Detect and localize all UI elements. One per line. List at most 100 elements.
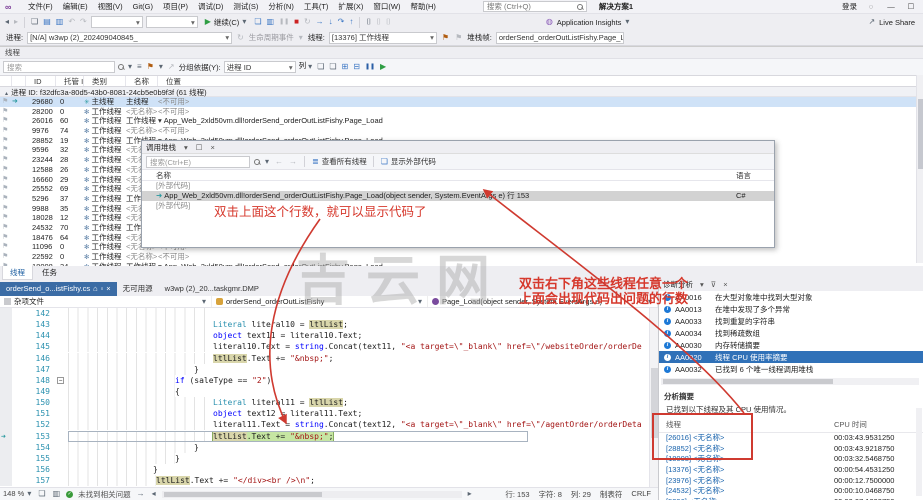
call-stack-frame[interactable]: ➜App_Web_2xld50vm.dll!orderSend_orderOut… bbox=[142, 191, 774, 201]
split-view-icon[interactable]: ❏ bbox=[37, 487, 46, 500]
diagnostic-item[interactable]: iAA0033找到重复的字符串 bbox=[659, 315, 923, 327]
close-icon[interactable]: × bbox=[106, 282, 110, 296]
breakpoint-gutter[interactable] bbox=[0, 453, 12, 464]
diagnostic-item[interactable]: iAA0034找到稀疏数组 bbox=[659, 327, 923, 339]
flag-icon[interactable]: ⚑ bbox=[0, 233, 12, 243]
code-line[interactable]: 154} bbox=[0, 442, 658, 453]
break-all-icon[interactable]: ❚❚ bbox=[278, 15, 290, 29]
tab-threads[interactable]: 线程 bbox=[2, 266, 33, 280]
breakpoint-gutter[interactable] bbox=[0, 464, 12, 475]
call-stack-search-icon[interactable] bbox=[254, 159, 260, 165]
expand-location-icon[interactable]: ▾ bbox=[158, 116, 162, 125]
search-forward-icon[interactable]: → bbox=[288, 155, 298, 169]
diagnostic-item[interactable]: iAA0013在堆中发现了多个异常 bbox=[659, 303, 923, 315]
breakpoint-gutter[interactable] bbox=[0, 419, 12, 430]
thread-dropdown[interactable]: [13376] 工作线程▾ bbox=[329, 32, 437, 44]
diagnostics-hscrollbar[interactable] bbox=[661, 378, 919, 385]
breakpoint-window-icon[interactable]: ❏ bbox=[253, 15, 262, 29]
breakpoint-gutter[interactable] bbox=[0, 341, 12, 352]
thread-row[interactable]: ⚑225920✻工作线程<无名称><不可用> bbox=[0, 252, 923, 262]
menu-项目(P)[interactable]: 项目(P) bbox=[158, 0, 193, 14]
diagnostic-item[interactable]: iAA0016在大型对象堆中找到大型对象 bbox=[659, 291, 923, 303]
menu-分析(N)[interactable]: 分析(N) bbox=[263, 0, 298, 14]
show-next-statement-icon[interactable]: → bbox=[315, 15, 325, 29]
line-number[interactable]: 146 bbox=[12, 353, 56, 364]
code-cleanup-icon[interactable]: → bbox=[136, 487, 146, 500]
navigate-back-icon[interactable]: ◂ bbox=[4, 15, 10, 29]
collapse-groups-icon[interactable]: ❏ bbox=[328, 60, 337, 74]
line-number[interactable]: 151 bbox=[12, 408, 56, 419]
open-file-icon[interactable]: ❏ bbox=[30, 15, 39, 29]
breakpoint-gutter[interactable] bbox=[0, 364, 12, 375]
flag-icon[interactable]: ⚑ bbox=[0, 175, 12, 185]
breakpoint-gutter[interactable] bbox=[0, 408, 12, 419]
thread-row[interactable]: ⚑2601660✻工作线程工作线程▾App_Web_2xld50vm.dll!o… bbox=[0, 116, 923, 126]
breakpoint-gutter[interactable] bbox=[0, 386, 12, 397]
navigate-forward-icon[interactable]: ▸ bbox=[13, 15, 19, 29]
flag-threads-icon[interactable]: ⚑ bbox=[441, 31, 450, 45]
zoom-level-dropdown[interactable]: 148 % ▾ bbox=[3, 487, 32, 500]
breakpoint-gutter[interactable] bbox=[0, 375, 12, 386]
bookmark-icon[interactable]: ⌷ bbox=[365, 15, 372, 29]
maximize-button[interactable]: ☐ bbox=[905, 2, 917, 11]
flag-icon[interactable]: ⚑ bbox=[0, 252, 12, 262]
code-line[interactable]: 156} bbox=[0, 464, 658, 475]
code-line[interactable]: 144object text11 = literal10.Text; bbox=[0, 330, 658, 341]
group-by-dropdown[interactable]: 进程 ID▾ bbox=[224, 61, 296, 73]
line-number[interactable]: 148 bbox=[12, 375, 56, 386]
bookmark-prev-icon[interactable]: ⌷ bbox=[375, 15, 382, 29]
menu-窗口(W)[interactable]: 窗口(W) bbox=[368, 0, 405, 14]
line-number[interactable]: 147 bbox=[12, 364, 56, 375]
sign-in-button[interactable]: 登录 bbox=[842, 1, 857, 12]
minimize-button[interactable]: — bbox=[885, 2, 897, 11]
project-dropdown[interactable]: 杂项文件▾ bbox=[0, 296, 212, 307]
scroll-left-icon[interactable]: ◂ bbox=[151, 487, 157, 500]
flag-icon[interactable]: ⚑ bbox=[0, 126, 12, 136]
show-external-code-button[interactable]: ❏显示外部代码 bbox=[380, 155, 436, 169]
breakpoint-gutter[interactable] bbox=[0, 475, 12, 486]
code-line[interactable]: 152literal11.Text = string.Concat(text12… bbox=[0, 419, 658, 430]
tabs-indicator[interactable]: 制表符 bbox=[600, 489, 623, 500]
threads-group-header[interactable]: ▴ 进程 ID: f32dfc3a-80d5-43b0-8081-24cb5e0… bbox=[0, 87, 923, 97]
menu-调试(D)[interactable]: 调试(D) bbox=[193, 0, 228, 14]
menu-帮助(H)[interactable]: 帮助(H) bbox=[406, 0, 441, 14]
code-line[interactable]: 150Literal literal11 = ltlList; bbox=[0, 397, 658, 408]
scroll-right-icon[interactable]: ▸ bbox=[467, 487, 473, 500]
undo-icon[interactable]: ↶ bbox=[67, 15, 76, 29]
whitespace-icon[interactable]: ▥ bbox=[52, 487, 62, 500]
save-icon[interactable]: ▤ bbox=[42, 15, 52, 29]
flag-icon[interactable]: ⚑ bbox=[0, 136, 12, 146]
breakpoint-gutter[interactable] bbox=[0, 319, 12, 330]
thread-location[interactable]: <不可用> bbox=[158, 252, 923, 262]
notification-bell-icon[interactable]: ◌ bbox=[865, 2, 877, 11]
document-tab-0[interactable]: orderSend_o...istFishy.cs⌂▫× bbox=[0, 282, 117, 296]
breakpoint-gutter[interactable] bbox=[0, 308, 12, 319]
code-line[interactable]: 143Literal literal10 = ltlList; bbox=[0, 319, 658, 330]
flag-icon[interactable]: ⚑ bbox=[0, 213, 12, 223]
menu-文件(F)[interactable]: 文件(F) bbox=[23, 0, 58, 14]
column-header-4[interactable]: 位置 bbox=[158, 76, 923, 86]
step-over-icon[interactable]: ↷ bbox=[337, 15, 346, 29]
thread-location[interactable]: <不可用> bbox=[158, 126, 923, 136]
breakpoint-gutter[interactable]: ➜ bbox=[0, 431, 12, 442]
diagnostic-item[interactable]: iAA0032已找到 6 个唯一线程调用堆栈 bbox=[659, 363, 923, 375]
diagnostic-item[interactable]: iAA0020线程 CPU 使用率摘要 bbox=[659, 351, 923, 363]
app-insights-button[interactable]: ◍ Application Insights ▾ bbox=[545, 15, 631, 29]
flag-icon[interactable]: ⚑ bbox=[0, 194, 12, 204]
flag-icon[interactable]: ⚑ bbox=[0, 223, 12, 233]
line-number[interactable]: 142 bbox=[12, 308, 56, 319]
menu-测试(S)[interactable]: 测试(S) bbox=[228, 0, 263, 14]
thread-link[interactable]: [24532] <无名称> bbox=[666, 486, 834, 497]
line-number[interactable]: 154 bbox=[12, 442, 56, 453]
line-number[interactable]: 145 bbox=[12, 341, 56, 352]
code-line[interactable]: 151object text12 = literal11.Text; bbox=[0, 408, 658, 419]
thread-row[interactable]: ⚑997674✻工作线程<无名称><不可用> bbox=[0, 126, 923, 136]
save-all-icon[interactable]: ▥ bbox=[55, 15, 65, 29]
threads-scrollbar[interactable] bbox=[916, 75, 923, 263]
code-line[interactable]: 155} bbox=[0, 453, 658, 464]
breakpoint-gutter[interactable] bbox=[0, 397, 12, 408]
configuration-dropdown[interactable]: ▾ bbox=[91, 16, 143, 28]
bookmark-next-icon[interactable]: ⌷ bbox=[385, 15, 392, 29]
window-position-icon[interactable]: ▾ bbox=[700, 278, 704, 291]
show-output-icon[interactable]: ▥ bbox=[266, 15, 276, 29]
